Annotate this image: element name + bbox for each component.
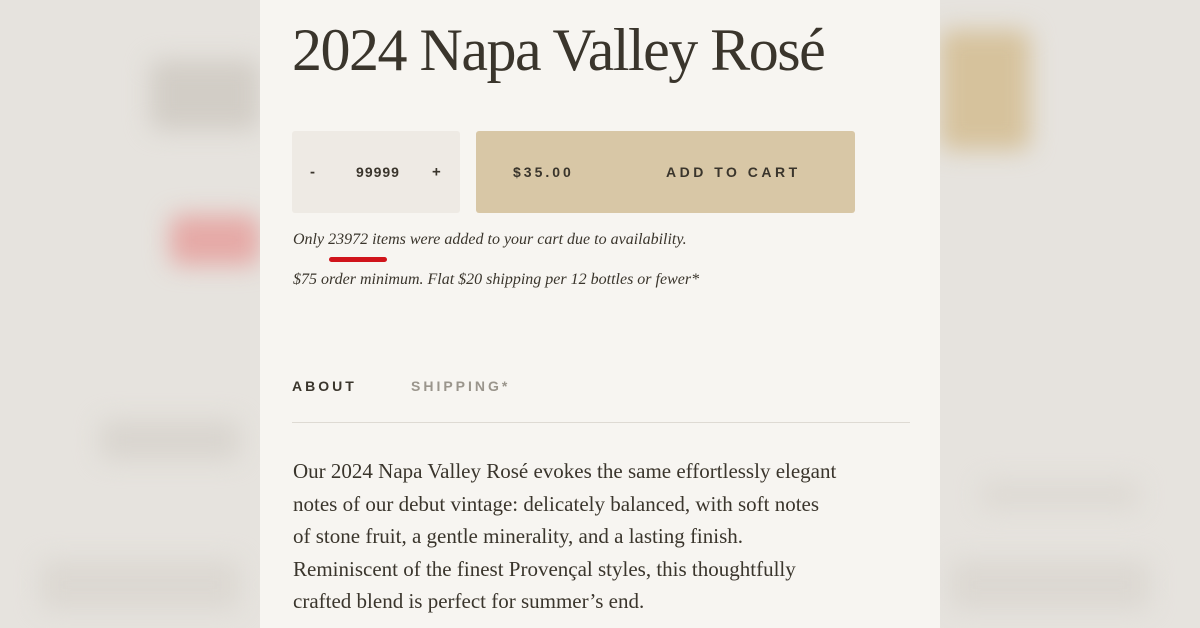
availability-notice: Only 23972 items were added to your cart… [293,231,687,249]
product-title: 2024 Napa Valley Rosé [292,17,826,83]
blurred-shape [150,60,260,130]
highlight-underline [329,257,387,262]
blurred-shape [980,480,1140,510]
description-line: Reminiscent of the finest Provençal styl… [293,556,796,581]
product-panel: 2024 Napa Valley Rosé - + $35.00 ADD TO … [260,0,940,628]
description-line: of stone fruit, a gentle minerality, and… [293,524,744,548]
blurred-shape [950,560,1150,610]
availability-count: 23972 [328,231,369,248]
blurred-shape [100,420,240,460]
cart-price: $35.00 [513,164,574,180]
quantity-input[interactable] [338,164,418,180]
blurred-shape [40,560,240,610]
description-line: Our 2024 Napa Valley Rosé evokes the sam… [293,459,837,483]
add-to-cart-label: ADD TO CART [666,164,801,180]
tab-shipping[interactable]: SHIPPING* [411,378,510,394]
shipping-policy-note: $75 order minimum. Flat $20 shipping per… [293,271,700,288]
blurred-background-left [0,0,260,628]
quantity-increase-button[interactable]: + [432,165,441,180]
add-to-cart-button[interactable]: $35.00 ADD TO CART [476,131,855,213]
quantity-decrease-button[interactable]: - [310,165,315,180]
info-tabs: ABOUT SHIPPING* [292,378,910,423]
blurred-shape [170,215,260,265]
blurred-background-right [940,0,1200,628]
description-line: crafted blend is perfect for summer’s en… [293,589,645,613]
product-description: Our 2024 Napa Valley Rosé evokes the sam… [293,455,913,618]
availability-prefix: Only [293,231,329,248]
blurred-shape [940,30,1030,150]
availability-suffix: items were added to your cart due to ava… [368,231,687,248]
tab-about[interactable]: ABOUT [292,378,357,394]
quantity-stepper: - + [292,131,460,213]
description-line: notes of our debut vintage: delicately b… [293,491,820,516]
